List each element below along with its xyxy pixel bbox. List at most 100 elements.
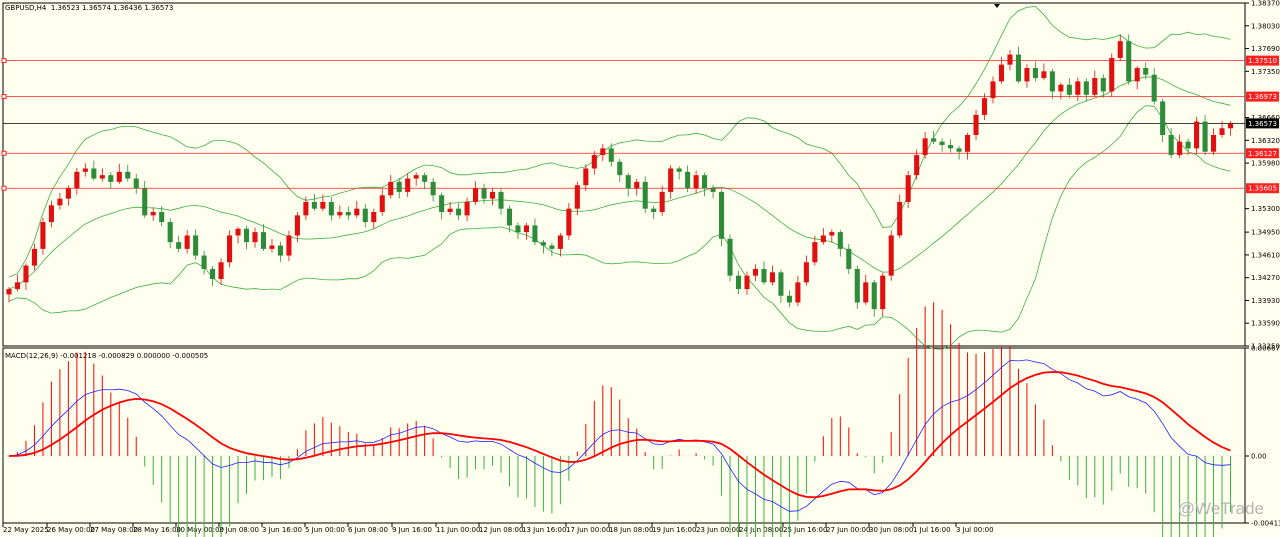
candle-body [948, 145, 954, 149]
candle-body [591, 155, 597, 169]
candle-body [1151, 74, 1157, 102]
bollinger-lower-band [8, 105, 1231, 350]
candle-body [396, 181, 402, 192]
candle-body [778, 272, 784, 296]
time-tick-label: 3 Jun 16:00 [262, 526, 302, 534]
candle-body [116, 171, 122, 182]
candle-body [523, 225, 529, 233]
candle-body [888, 235, 894, 276]
candle-body [6, 289, 12, 295]
level-label: 1.37510 [1248, 57, 1277, 65]
candle-body [337, 212, 343, 216]
candle-body [328, 201, 334, 216]
candle-body [905, 175, 911, 202]
level-anchor [1, 94, 7, 100]
candle-body [1075, 81, 1081, 95]
candle-body [1134, 67, 1140, 82]
macd-pane-frame [2, 347, 1246, 524]
price-tick-label: 1.35980 [1251, 160, 1280, 168]
candle-body [379, 195, 385, 213]
candle-body [727, 238, 733, 276]
price-pane-frame [2, 2, 1246, 347]
candle-body [1109, 57, 1115, 92]
candle-body [1100, 78, 1106, 92]
candle-body [430, 181, 436, 196]
candle-body [668, 168, 674, 192]
time-tick-label: 19 Jun 16:00 [652, 526, 696, 534]
candle-body [735, 275, 742, 290]
bollinger-middle-band [8, 76, 1231, 290]
candle-body [998, 64, 1005, 82]
candle-body [260, 232, 267, 249]
candle-body [795, 282, 801, 303]
candle-body [320, 201, 326, 209]
candle-body [990, 81, 996, 99]
time-tick-label: 2 Jun 08:00 [219, 526, 259, 534]
candle-body [812, 242, 818, 263]
candle-body [1058, 84, 1064, 92]
candle-body [617, 161, 623, 176]
price-chart[interactable]: 1.383701.380301.376901.373501.366601.363… [0, 0, 1280, 537]
candle-body [914, 155, 920, 176]
candle-body [1168, 134, 1174, 156]
candle-body [40, 222, 46, 249]
candle-body [600, 148, 606, 156]
time-tick-label: 24 Jun 08:00 [739, 526, 783, 534]
candle-body [744, 275, 750, 290]
candle-body [642, 181, 648, 209]
time-tick-label: 30 Jun 08:00 [869, 526, 913, 534]
candle-body [133, 178, 139, 189]
candle-body [625, 175, 631, 189]
candle-body [583, 168, 589, 186]
candle-body [14, 282, 21, 290]
candle-body [23, 265, 29, 283]
candle-body [167, 222, 173, 243]
candle-body [871, 282, 877, 310]
candle-body [1015, 54, 1021, 82]
time-tick-label: 17 Jun 00:00 [566, 526, 610, 534]
candle-body [354, 208, 360, 216]
candle-body [498, 191, 504, 209]
candle-body [956, 148, 962, 152]
candle-body [1211, 134, 1217, 152]
candle-body [48, 205, 54, 223]
shift-marker-icon [994, 4, 1000, 8]
candle-body [91, 168, 97, 179]
time-tick-label: 12 Jun 08:00 [479, 526, 523, 534]
candle-body [846, 248, 852, 269]
candle-body [456, 208, 462, 216]
candle-body [710, 188, 716, 192]
candle-body [803, 262, 809, 283]
candle-body [1177, 141, 1183, 156]
candle-body [1032, 67, 1038, 79]
time-tick-label: 26 May 00:00 [47, 526, 95, 534]
candle-body [345, 212, 351, 216]
candle-body [769, 272, 775, 283]
candle-body [1126, 41, 1132, 82]
price-tick-label: 1.34950 [1251, 229, 1280, 237]
time-tick-label: 13 Jun 16:00 [522, 526, 566, 534]
candle-body [1007, 54, 1013, 65]
candle-body [854, 268, 860, 303]
candle-body [719, 191, 725, 239]
candle-body [837, 232, 843, 249]
price-tick-label: 1.37350 [1251, 68, 1280, 76]
candle-body [1160, 101, 1166, 135]
candle-body [31, 248, 37, 266]
time-tick-label: 1 Jul 16:00 [913, 526, 951, 534]
candle-body [65, 188, 71, 199]
candle-body [1083, 81, 1089, 95]
candle-body [566, 208, 572, 236]
candle-body [210, 268, 216, 280]
candle-body [193, 235, 199, 256]
candle-body [184, 235, 190, 249]
level-anchor [1, 150, 7, 156]
time-tick-label: 9 Jun 16:00 [392, 526, 432, 534]
candle-body [557, 235, 563, 249]
candle-body [693, 175, 699, 189]
candle-body [939, 141, 945, 146]
candle-body [829, 232, 835, 236]
candle-body [863, 282, 869, 303]
candle-body [1041, 71, 1047, 79]
candle-body [1049, 71, 1055, 92]
